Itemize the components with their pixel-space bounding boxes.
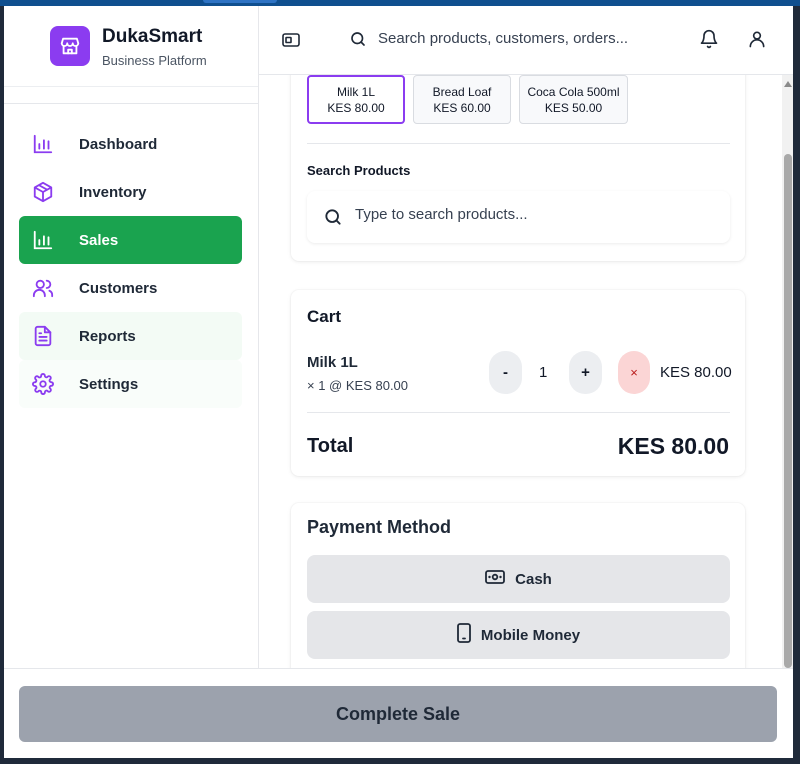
sidebar-item-sales[interactable]: Sales — [19, 216, 242, 264]
cash-button[interactable]: Cash — [307, 555, 730, 603]
sidebar-item-label: Reports — [79, 327, 136, 345]
increase-qty-button[interactable]: + — [569, 351, 602, 394]
sidebar-divider — [4, 86, 258, 87]
tab-indicator — [203, 0, 277, 3]
complete-sale-button[interactable]: Complete Sale — [19, 686, 777, 742]
footer-bar: Complete Sale — [4, 668, 793, 758]
user-icon[interactable] — [747, 29, 769, 51]
top-header — [259, 6, 793, 75]
app-window: DukaSmart Business Platform Dashboard In… — [4, 6, 793, 758]
mobile-money-label: Mobile Money — [480, 626, 581, 644]
main-scrollbar[interactable] — [782, 75, 793, 668]
divider — [307, 412, 730, 413]
cart-item-qty: 1 — [539, 364, 548, 381]
product-chip-name: Milk 1L — [336, 84, 375, 99]
brand: DukaSmart Business Platform — [4, 6, 258, 86]
sidebar: DukaSmart Business Platform Dashboard In… — [4, 6, 259, 668]
document-icon — [31, 324, 55, 348]
product-chip-name: Bread Loaf — [432, 84, 492, 99]
total-label: Total — [307, 435, 354, 457]
sidebar-item-customers[interactable]: Customers — [19, 264, 242, 312]
bell-icon[interactable] — [699, 29, 721, 51]
store-icon — [50, 26, 90, 66]
search-icon — [323, 207, 343, 227]
global-search-input[interactable] — [378, 30, 668, 47]
sidebar-toggle-icon[interactable] — [281, 30, 301, 50]
total-value: KES 80.00 — [617, 433, 729, 459]
payment-card: Payment Method Cash Mobile Money — [291, 503, 745, 668]
phone-icon — [457, 623, 471, 647]
sidebar-divider — [4, 103, 258, 104]
sidebar-item-label: Customers — [79, 279, 158, 297]
divider — [307, 143, 730, 144]
cart-card: Cart Milk 1L × 1 @ KES 80.00 - 1 + × KES… — [291, 290, 745, 476]
sidebar-item-label: Settings — [79, 375, 139, 393]
product-chip-name: Coca Cola 500ml — [527, 84, 620, 99]
brand-subtitle: Business Platform — [102, 53, 207, 68]
box-icon — [31, 180, 55, 204]
bar-chart-icon — [31, 132, 55, 156]
payment-title: Payment Method — [307, 517, 452, 537]
cart-title: Cart — [307, 307, 342, 326]
gear-icon — [31, 372, 55, 396]
mobile-money-button[interactable]: Mobile Money — [307, 611, 730, 659]
product-chip-price: KES 60.00 — [433, 100, 491, 115]
product-search-box — [307, 191, 730, 243]
decrease-qty-button[interactable]: - — [489, 351, 522, 394]
cart-item-name: Milk 1L — [307, 354, 358, 371]
scrollbar-thumb[interactable] — [784, 154, 792, 668]
bar-chart-icon — [31, 228, 55, 252]
product-search-input[interactable] — [355, 206, 695, 223]
products-card: Milk 1L KES 80.00 Bread Loaf KES 60.00 C… — [291, 75, 745, 261]
product-chip-price: KES 50.00 — [544, 100, 603, 115]
remove-item-button[interactable]: × — [618, 351, 650, 394]
users-icon — [31, 276, 55, 300]
product-chip[interactable]: Milk 1L KES 80.00 — [307, 75, 405, 124]
sidebar-item-settings[interactable]: Settings — [19, 360, 242, 408]
brand-name: DukaSmart — [102, 26, 203, 47]
cart-item-detail: × 1 @ KES 80.00 — [307, 378, 409, 393]
sidebar-item-reports[interactable]: Reports — [19, 312, 242, 360]
sidebar-nav: Dashboard Inventory Sales Customers Repo… — [19, 120, 242, 408]
product-chip[interactable]: Bread Loaf KES 60.00 — [413, 75, 511, 124]
sidebar-item-label: Inventory — [79, 183, 147, 201]
sidebar-item-dashboard[interactable]: Dashboard — [19, 120, 242, 168]
sidebar-item-inventory[interactable]: Inventory — [19, 168, 242, 216]
main-content: Milk 1L KES 80.00 Bread Loaf KES 60.00 C… — [259, 75, 793, 668]
product-chips: Milk 1L KES 80.00 Bread Loaf KES 60.00 C… — [307, 75, 628, 124]
cart-item-total: KES 80.00 — [660, 364, 732, 381]
product-chip-price: KES 80.00 — [327, 100, 385, 115]
sidebar-item-label: Dashboard — [79, 135, 158, 153]
cash-icon — [485, 570, 506, 588]
sidebar-item-label: Sales — [79, 231, 119, 249]
search-icon — [349, 30, 369, 50]
product-chip[interactable]: Coca Cola 500ml KES 50.00 — [519, 75, 628, 124]
scroll-up-icon[interactable] — [784, 81, 792, 87]
cash-label: Cash — [515, 570, 552, 588]
search-products-label: Search Products — [307, 163, 411, 178]
